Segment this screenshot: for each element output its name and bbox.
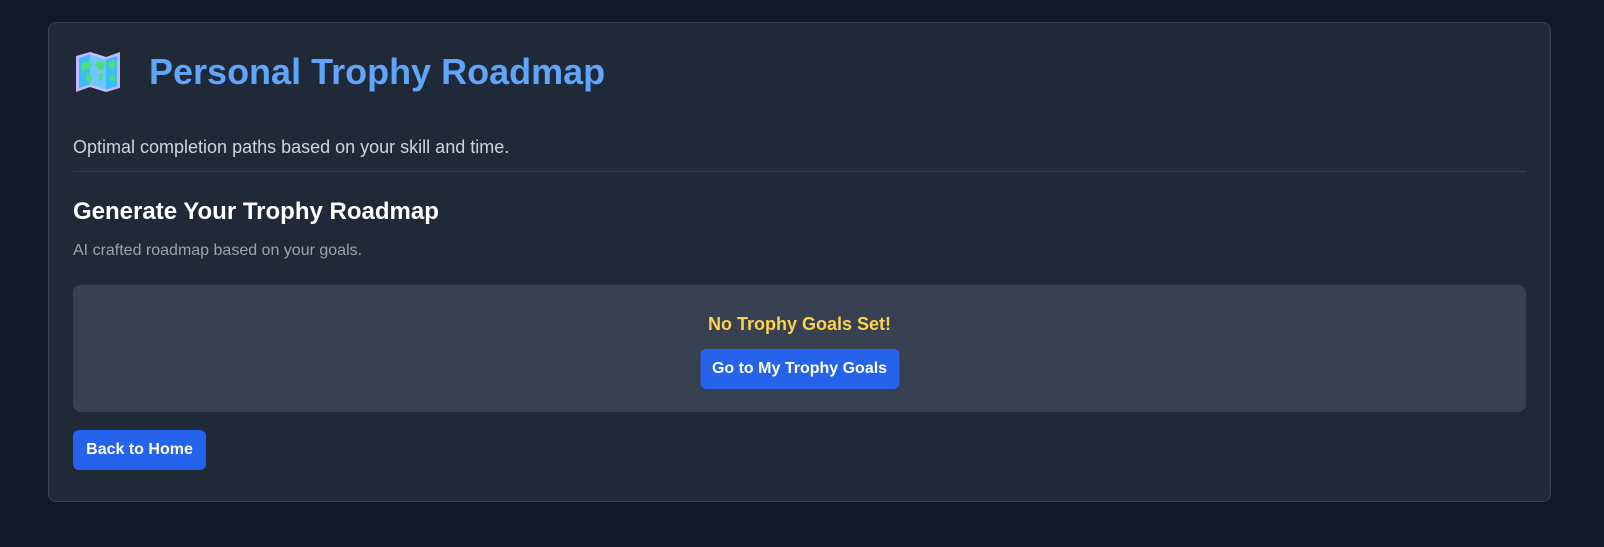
world-map-icon xyxy=(76,52,120,92)
page-header: Personal Trophy Roadmap xyxy=(73,49,605,95)
page-title: Personal Trophy Roadmap xyxy=(149,51,606,92)
page-subtitle: Optimal completion paths based on your s… xyxy=(73,137,510,157)
roadmap-card: Personal Trophy Roadmap Optimal completi… xyxy=(48,22,1551,502)
go-to-trophy-goals-button[interactable]: Go to My Trophy Goals xyxy=(700,349,899,389)
section-description: AI crafted roadmap based on your goals. xyxy=(73,242,363,259)
back-to-home-button[interactable]: Back to Home xyxy=(73,430,206,470)
section-title: Generate Your Trophy Roadmap xyxy=(73,198,439,225)
empty-goals-message: No Trophy Goals Set! xyxy=(707,314,892,334)
section-divider xyxy=(73,171,1526,172)
empty-goals-panel: No Trophy Goals Set! Go to My Trophy Goa… xyxy=(73,285,1526,412)
